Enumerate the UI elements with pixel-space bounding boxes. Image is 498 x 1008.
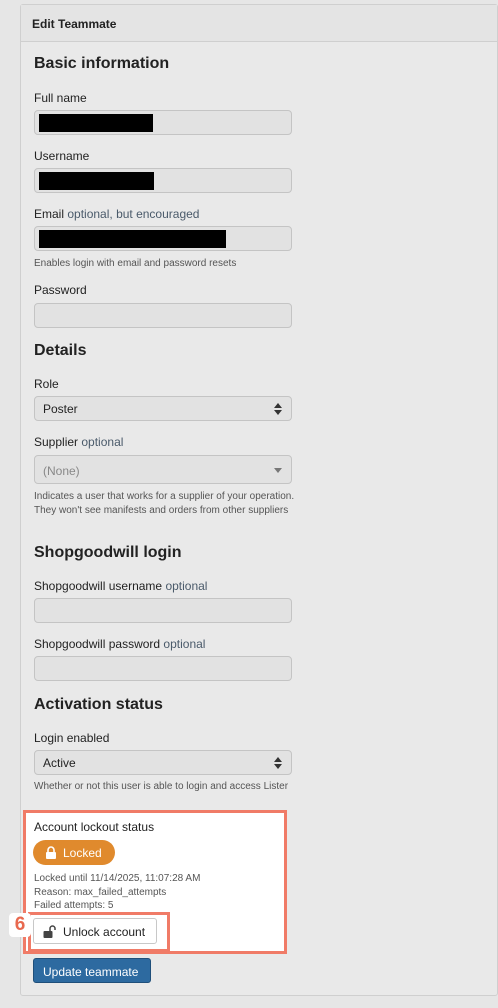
section-title-activation: Activation status — [34, 696, 163, 713]
shopgoodwill-username-label-text: Shopgoodwill username — [34, 579, 163, 593]
panel-title: Edit Teammate — [21, 5, 497, 42]
unlock-account-button[interactable]: Unlock account — [33, 918, 157, 944]
login-enabled-label: Login enabled — [34, 731, 110, 745]
redacted-value — [39, 230, 226, 248]
login-enabled-selected-value: Active — [43, 756, 76, 770]
locked-badge-label: Locked — [63, 846, 102, 860]
supplier-label-text: Supplier — [34, 435, 79, 449]
supplier-help-text: Indicates a user that works for a suppli… — [34, 491, 295, 516]
email-optional-hint: optional, but encouraged — [67, 207, 200, 221]
full-name-input[interactable] — [34, 110, 292, 135]
locked-status-badge: Locked — [33, 840, 115, 865]
login-enabled-help-text: Whether or not this user is able to logi… — [34, 781, 289, 792]
lock-icon — [46, 846, 56, 859]
locked-until-text: Locked until 11/14/2025, 11:07:28 AM — [34, 873, 201, 884]
failed-attempts-text: Failed attempts: 5 — [34, 900, 114, 911]
chevron-down-icon — [274, 468, 282, 473]
supplier-label: Supplier optional — [34, 435, 123, 449]
role-selected-value: Poster — [43, 402, 78, 416]
step-number-badge: 6 — [9, 913, 31, 937]
password-input[interactable] — [34, 303, 292, 328]
username-input[interactable] — [34, 168, 292, 193]
lockout-status-title: Account lockout status — [34, 820, 155, 834]
update-teammate-button[interactable]: Update teammate — [33, 958, 151, 983]
section-title-shopgoodwill: Shopgoodwill login — [34, 544, 182, 561]
unlock-account-label: Unlock account — [63, 925, 146, 939]
unlock-icon — [43, 925, 56, 938]
shopgoodwill-username-optional-hint: optional — [165, 579, 208, 593]
shopgoodwill-password-label-text: Shopgoodwill password — [34, 637, 161, 651]
role-label: Role — [34, 377, 59, 391]
lockout-details: Locked until 11/14/2025, 11:07:28 AM Rea… — [34, 872, 284, 913]
supplier-optional-hint: optional — [81, 435, 124, 449]
username-label: Username — [34, 149, 90, 163]
password-label: Password — [34, 283, 87, 297]
full-name-label: Full name — [34, 91, 87, 105]
section-title-details: Details — [34, 342, 87, 359]
supplier-select[interactable]: (None) — [34, 455, 292, 484]
shopgoodwill-username-label: Shopgoodwill username optional — [34, 579, 207, 593]
email-label-text: Email — [34, 207, 65, 221]
shopgoodwill-password-label: Shopgoodwill password optional — [34, 637, 205, 651]
shopgoodwill-username-input[interactable] — [34, 598, 292, 623]
supplier-selected-value: (None) — [43, 464, 80, 478]
chevron-up-down-icon — [274, 757, 282, 769]
shopgoodwill-password-optional-hint: optional — [163, 637, 206, 651]
shopgoodwill-password-input[interactable] — [34, 656, 292, 681]
login-enabled-select[interactable]: Active — [34, 750, 292, 775]
email-input[interactable] — [34, 226, 292, 251]
redacted-value — [39, 114, 153, 132]
chevron-up-down-icon — [274, 403, 282, 415]
role-select[interactable]: Poster — [34, 396, 292, 421]
email-help-text: Enables login with email and password re… — [34, 258, 237, 269]
email-label: Email optional, but encouraged — [34, 207, 199, 221]
section-title-basic: Basic information — [34, 55, 170, 72]
redacted-value — [39, 172, 154, 190]
lockout-reason-text: Reason: max_failed_attempts — [34, 886, 167, 898]
